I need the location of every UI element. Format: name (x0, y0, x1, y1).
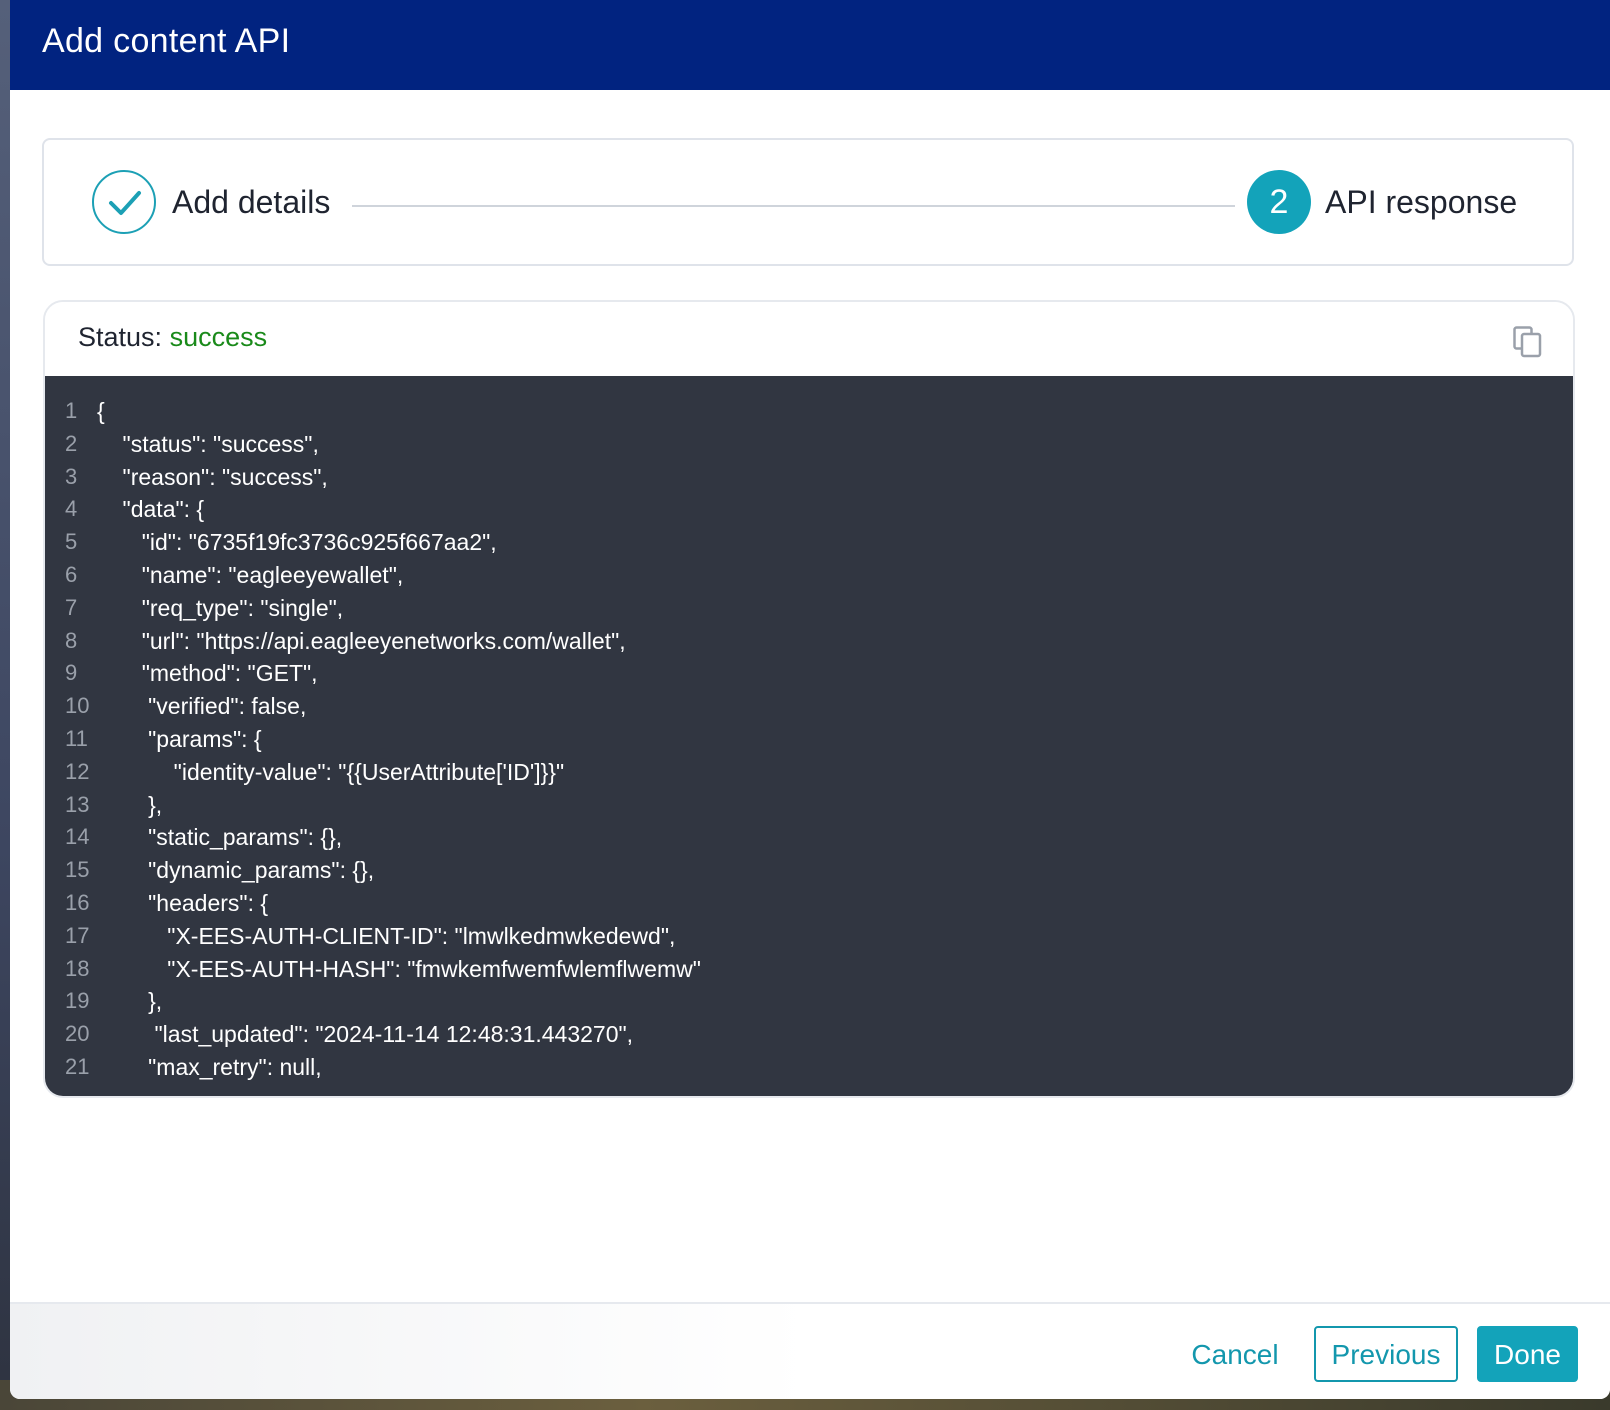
code-text: "name": "eagleeyewallet", (97, 561, 404, 588)
code-line: 11 "params": { (45, 726, 1573, 759)
modal-header: Add content API (10, 0, 1610, 90)
code-text: "identity-value": "{{UserAttribute['ID']… (97, 758, 565, 785)
code-text: "headers": { (97, 889, 269, 916)
code-text: "method": "GET", (97, 660, 318, 687)
done-button[interactable]: Done (1477, 1326, 1578, 1382)
code-text: }, (97, 791, 163, 818)
code-line: 15 "dynamic_params": {}, (45, 857, 1573, 890)
code-text: "last_updated": "2024-11-14 12:48:31.443… (97, 1021, 634, 1048)
code-text: "reason": "success", (97, 463, 328, 490)
code-text: "status": "success", (97, 430, 319, 457)
code-text: "verified": false, (97, 693, 307, 720)
step-connector (352, 205, 1235, 207)
code-viewer[interactable]: 1{2 "status": "success", 3 "reason": "suc… (45, 376, 1573, 1096)
code-text: "X-EES-AUTH-CLIENT-ID": "lmwlkedmwkedewd… (97, 922, 676, 949)
code-text: "data": { (97, 496, 205, 523)
code-line: 9 "method": "GET", (45, 660, 1573, 693)
step-1-label[interactable]: Add details (172, 184, 330, 221)
code-text: "params": { (97, 725, 262, 752)
code-line: 17 "X-EES-AUTH-CLIENT-ID": "lmwlkedmwked… (45, 923, 1573, 956)
code-line: 2 "status": "success", (45, 431, 1573, 464)
modal-footer: Cancel Previous Done (10, 1302, 1610, 1399)
code-line: 14 "static_params": {}, (45, 824, 1573, 857)
code-line: 8 "url": "https://api.eagleeyenetworks.c… (45, 628, 1573, 661)
code-line: 3 "reason": "success", (45, 464, 1573, 497)
code-line: 18 "X-EES-AUTH-HASH": "fmwkemfwemfwlemfl… (45, 956, 1573, 989)
previous-button[interactable]: Previous (1314, 1326, 1458, 1382)
status-label: Status: (78, 322, 163, 352)
code-line: 5 "id": "6735f19fc3736c925f667aa2", (45, 529, 1573, 562)
step-2-indicator: 2 (1247, 170, 1311, 234)
code-line: 16 "headers": { (45, 890, 1573, 923)
status-value: success (169, 322, 268, 352)
modal-title: Add content API (42, 22, 291, 60)
code-text: }, (97, 988, 163, 1015)
code-line: 10 "verified": false, (45, 693, 1573, 726)
code-text: { (97, 398, 105, 424)
code-line: 19 }, (45, 988, 1573, 1021)
status-text: Status: success (78, 322, 267, 353)
code-line: 6 "name": "eagleeyewallet", (45, 562, 1573, 595)
code-text: "id": "6735f19fc3736c925f667aa2", (97, 529, 497, 556)
code-text: "url": "https://api.eagleeyenetworks.com… (97, 627, 626, 654)
stepper: Add details 2 API response (42, 138, 1574, 266)
step-2-label: API response (1325, 184, 1518, 220)
copy-icon[interactable] (1513, 326, 1543, 358)
api-response-panel: Status: success 1{2 "status": "success",… (43, 300, 1575, 1098)
add-content-api-modal: Add content API Add details 2 API respon… (10, 0, 1610, 1399)
code-text: "dynamic_params": {}, (97, 857, 375, 884)
code-line: 20 "last_updated": "2024-11-14 12:48:31.… (45, 1021, 1573, 1054)
code-line: 4 "data": { (45, 496, 1573, 529)
check-icon (109, 191, 141, 215)
status-bar: Status: success (45, 302, 1573, 376)
cancel-button[interactable]: Cancel (1180, 1326, 1290, 1382)
code-text: "static_params": {}, (97, 824, 343, 851)
code-line: 12 "identity-value": "{{UserAttribute['I… (45, 759, 1573, 792)
code-line: 7 "req_type": "single", (45, 595, 1573, 628)
code-line: 13 }, (45, 792, 1573, 825)
code-line: 1{ (45, 398, 1573, 431)
code-text: "max_retry": null, (97, 1053, 322, 1080)
code-text: "X-EES-AUTH-HASH": "fmwkemfwemfwlemflwem… (97, 955, 701, 982)
step-1-complete-indicator[interactable] (92, 170, 156, 234)
code-text: "req_type": "single", (97, 594, 344, 621)
code-line: 21 "max_retry": null, (45, 1054, 1573, 1087)
